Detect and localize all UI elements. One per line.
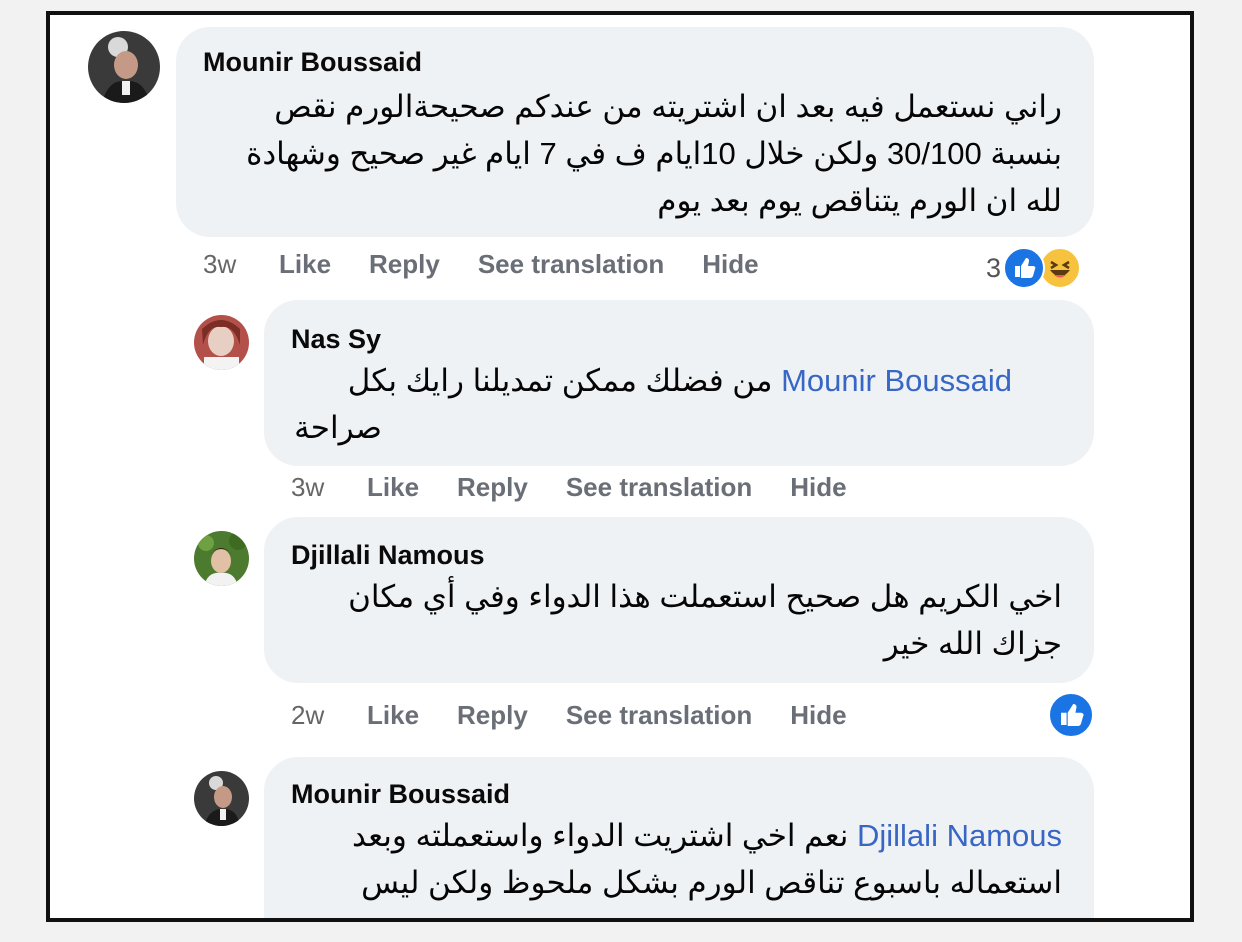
avatar[interactable] <box>194 531 249 586</box>
comment-text-line: صراحة <box>294 410 382 445</box>
hide-button[interactable]: Hide <box>790 472 846 503</box>
like-button[interactable]: Like <box>367 472 419 503</box>
comment-author[interactable]: Nas Sy <box>291 324 381 355</box>
comment-text-line: Mounir Boussaid من فضلك ممكن تمديلنا راي… <box>348 357 1012 404</box>
comment-text-line: بنسبة 30/100 ولكن خلال 10ايام ف في 7 ايا… <box>246 136 1062 171</box>
haha-icon <box>1039 247 1082 289</box>
comment-actions: 3w Like Reply See translation Hide <box>291 472 847 503</box>
comment-text: اخي الكريم هل صحيح استعملت هذا الدواء وف… <box>348 573 1062 667</box>
see-translation-button[interactable]: See translation <box>566 472 752 503</box>
comment-timestamp[interactable]: 2w <box>291 700 367 731</box>
comment-actions: 2w Like Reply See translation Hide <box>291 700 847 731</box>
comment-text-line: راني نستعمل فيه بعد ان اشتريته من عندكم … <box>274 89 1062 124</box>
comment-text: صراحة <box>294 404 382 451</box>
hide-button[interactable]: Hide <box>790 700 846 731</box>
avatar[interactable] <box>194 771 249 826</box>
reactions-summary[interactable]: 3 <box>986 247 1082 289</box>
hide-button[interactable]: Hide <box>702 249 758 280</box>
like-button[interactable]: Like <box>367 700 419 731</box>
avatar[interactable] <box>194 315 249 370</box>
see-translation-button[interactable]: See translation <box>566 700 752 731</box>
avatar[interactable] <box>88 31 160 103</box>
mention-link[interactable]: Mounir Boussaid <box>781 363 1012 398</box>
comment-text-line: جزاك الله خير <box>883 626 1062 661</box>
comment-text: راني نستعمل فيه بعد ان اشتريته من عندكم … <box>246 83 1062 224</box>
mention-link[interactable]: Djillali Namous <box>857 818 1062 853</box>
reply-button[interactable]: Reply <box>457 472 528 503</box>
reply-button[interactable]: Reply <box>457 700 528 731</box>
comment-text-fragment: من فضلك ممكن تمديلنا رايك بكل <box>347 363 773 398</box>
comment-text-line: Djillali Namous نعم اخي اشتريت الدواء وا… <box>352 812 1062 859</box>
like-button[interactable]: Like <box>279 249 331 280</box>
reaction-count: 3 <box>986 252 1002 283</box>
like-icon <box>1048 692 1094 738</box>
comment-author[interactable]: Mounir Boussaid <box>203 47 422 78</box>
comment-timestamp[interactable]: 3w <box>203 249 279 280</box>
like-icon <box>1003 247 1046 289</box>
comment-text-fragment: نعم اخي اشتريت الدواء واستعملته وبعد <box>352 818 849 853</box>
comment-author[interactable]: Djillali Namous <box>291 540 485 571</box>
comment-thread-frame: Mounir Boussaid راني نستعمل فيه بعد ان ا… <box>46 11 1194 922</box>
comment-text-line: استعماله باسبوع تناقص الورم بشكل ملحوظ و… <box>361 865 1062 900</box>
see-translation-button[interactable]: See translation <box>478 249 664 280</box>
comment-timestamp[interactable]: 3w <box>291 472 367 503</box>
comment-author[interactable]: Mounir Boussaid <box>291 779 510 810</box>
comment-actions: 3w Like Reply See translation Hide <box>203 249 759 280</box>
comment-text: Djillali Namous نعم اخي اشتريت الدواء وا… <box>352 812 1062 906</box>
comment-text-line: لله ان الورم يتناقص يوم بعد يوم <box>657 183 1062 218</box>
comment-text-line: اخي الكريم هل صحيح استعملت هذا الدواء وف… <box>348 579 1062 614</box>
reply-button[interactable]: Reply <box>369 249 440 280</box>
reactions-summary[interactable] <box>1048 692 1094 738</box>
comment-text: Mounir Boussaid من فضلك ممكن تمديلنا راي… <box>348 357 1012 404</box>
